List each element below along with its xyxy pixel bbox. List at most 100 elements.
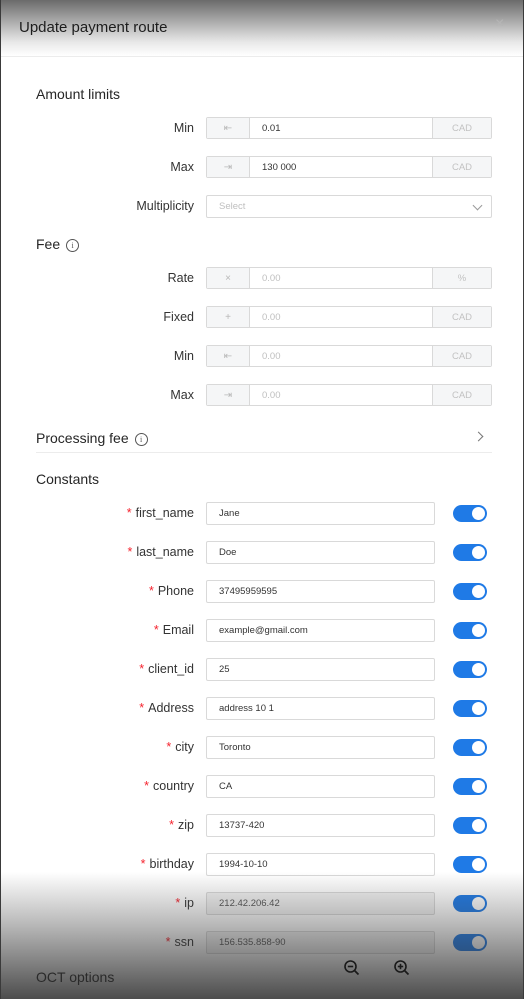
constant-label: * last_name xyxy=(127,545,194,559)
constant-label: * client_id xyxy=(139,662,194,676)
constant-value-input[interactable]: address 10 1 xyxy=(206,697,435,720)
amount-max-input[interactable]: 130 000 xyxy=(250,157,432,177)
constant-label-text: client_id xyxy=(148,662,194,676)
constant-label-text: zip xyxy=(178,818,194,832)
arrow-to-right-icon: ⇥ xyxy=(207,157,250,177)
constant-enabled-toggle[interactable] xyxy=(453,856,487,873)
constant-label-text: last_name xyxy=(136,545,194,559)
required-mark: * xyxy=(140,857,146,871)
required-mark: * xyxy=(139,701,145,715)
required-mark: * xyxy=(153,623,159,637)
amount-min-input-group[interactable]: ⇤ 0.01 CAD xyxy=(206,117,492,139)
constant-enabled-toggle[interactable] xyxy=(453,700,487,717)
currency-addon: CAD xyxy=(432,157,491,177)
chevron-down-icon xyxy=(472,200,483,211)
multiplicity-label: Multiplicity xyxy=(136,199,194,213)
multiplicity-placeholder: Select xyxy=(219,201,246,212)
plus-icon: + xyxy=(207,307,250,327)
constant-value-input[interactable]: CA xyxy=(206,775,435,798)
required-mark: * xyxy=(165,935,171,949)
processing-fee-title: Processing fee xyxy=(36,430,129,446)
constant-label: * country xyxy=(144,779,194,793)
constant-value-input[interactable]: 13737-420 xyxy=(206,814,435,837)
close-icon[interactable]: × xyxy=(495,16,504,32)
amount-max-label: Max xyxy=(170,160,194,174)
constant-label: * birthday xyxy=(141,857,194,871)
fee-min-label: Min xyxy=(173,349,194,363)
fee-max-input-group[interactable]: ⇥ 0.00 CAD xyxy=(206,384,492,406)
constant-enabled-toggle[interactable] xyxy=(453,583,487,600)
multiplicity-select[interactable]: Select xyxy=(206,195,492,218)
constant-enabled-toggle[interactable] xyxy=(453,895,487,912)
fee-rate-input-group[interactable]: × 0.00 % xyxy=(206,267,492,289)
constant-value-input[interactable]: example@gmail.com xyxy=(206,619,435,642)
processing-fee-collapse[interactable]: Processing fee i xyxy=(36,424,492,453)
arrow-to-left-icon: ⇤ xyxy=(207,346,250,366)
constant-value-input[interactable]: 212.42.206.42 xyxy=(206,892,435,915)
percent-addon: % xyxy=(432,268,491,288)
fee-max-input[interactable]: 0.00 xyxy=(250,385,432,405)
required-mark: * xyxy=(175,896,181,910)
fee-fixed-input[interactable]: 0.00 xyxy=(250,307,432,327)
info-icon[interactable]: i xyxy=(66,239,80,252)
amount-min-input[interactable]: 0.01 xyxy=(250,118,432,138)
section-title-constants: Constants xyxy=(36,471,100,487)
constant-label-text: city xyxy=(175,740,194,754)
constant-label: * Email xyxy=(154,623,194,637)
fee-fixed-input-group[interactable]: + 0.00 CAD xyxy=(206,306,492,328)
constant-label: * ip xyxy=(175,896,194,910)
constant-value-input[interactable]: 37495959595 xyxy=(206,580,435,603)
constant-label-text: country xyxy=(153,779,194,793)
constant-value-input[interactable]: 1994-10-10 xyxy=(206,853,435,876)
required-mark: * xyxy=(139,662,145,676)
constant-label: * ssn xyxy=(166,935,194,949)
fee-min-input-group[interactable]: ⇤ 0.00 CAD xyxy=(206,345,492,367)
constant-enabled-toggle[interactable] xyxy=(453,739,487,756)
modal-title: Update payment route xyxy=(19,19,168,36)
constant-label: * Phone xyxy=(149,584,194,598)
constant-label-text: birthday xyxy=(149,857,194,871)
currency-addon: CAD xyxy=(432,346,491,366)
amount-min-label: Min xyxy=(173,121,194,135)
section-title-oct-options: OCT options xyxy=(36,969,115,985)
constant-value-input[interactable]: 156.535.858-90 xyxy=(206,931,435,954)
constant-label-text: Phone xyxy=(157,584,194,598)
constant-enabled-toggle[interactable] xyxy=(453,817,487,834)
zoom-in-icon[interactable] xyxy=(393,959,411,977)
constant-label: * Address xyxy=(139,701,194,715)
constant-label-text: first_name xyxy=(135,506,194,520)
constant-value-input[interactable]: Toronto xyxy=(206,736,435,759)
constant-value-input[interactable]: Doe xyxy=(206,541,435,564)
required-mark: * xyxy=(169,818,175,832)
currency-addon: CAD xyxy=(432,385,491,405)
required-mark: * xyxy=(148,584,154,598)
required-mark: * xyxy=(166,740,172,754)
constant-value-input[interactable]: Jane xyxy=(206,502,435,525)
info-icon[interactable]: i xyxy=(134,433,148,446)
constant-enabled-toggle[interactable] xyxy=(453,505,487,522)
constant-label-text: ip xyxy=(184,896,194,910)
required-mark: * xyxy=(144,779,149,793)
constant-enabled-toggle[interactable] xyxy=(453,622,487,639)
constant-label-text: ssn xyxy=(174,935,194,949)
constant-value-input[interactable]: 25 xyxy=(206,658,435,681)
constant-enabled-toggle[interactable] xyxy=(453,934,487,951)
required-mark: * xyxy=(126,506,132,520)
constant-enabled-toggle[interactable] xyxy=(453,661,487,678)
fee-rate-label: Rate xyxy=(167,271,194,285)
chevron-right-icon[interactable] xyxy=(473,431,484,442)
constant-label: * first_name xyxy=(127,506,194,520)
section-title-amount-limits: Amount limits xyxy=(36,86,121,102)
amount-max-input-group[interactable]: ⇥ 130 000 CAD xyxy=(206,156,492,178)
multiply-icon: × xyxy=(207,268,250,288)
fee-rate-input[interactable]: 0.00 xyxy=(250,268,432,288)
fee-title: Fee xyxy=(36,236,61,252)
fee-fixed-label: Fixed xyxy=(163,310,194,324)
constant-enabled-toggle[interactable] xyxy=(453,778,487,795)
required-mark: * xyxy=(127,545,133,559)
constant-label-text: Email xyxy=(162,623,194,637)
zoom-out-icon[interactable] xyxy=(343,959,361,977)
fee-min-input[interactable]: 0.00 xyxy=(250,346,432,366)
constant-enabled-toggle[interactable] xyxy=(453,544,487,561)
currency-addon: CAD xyxy=(432,307,491,327)
